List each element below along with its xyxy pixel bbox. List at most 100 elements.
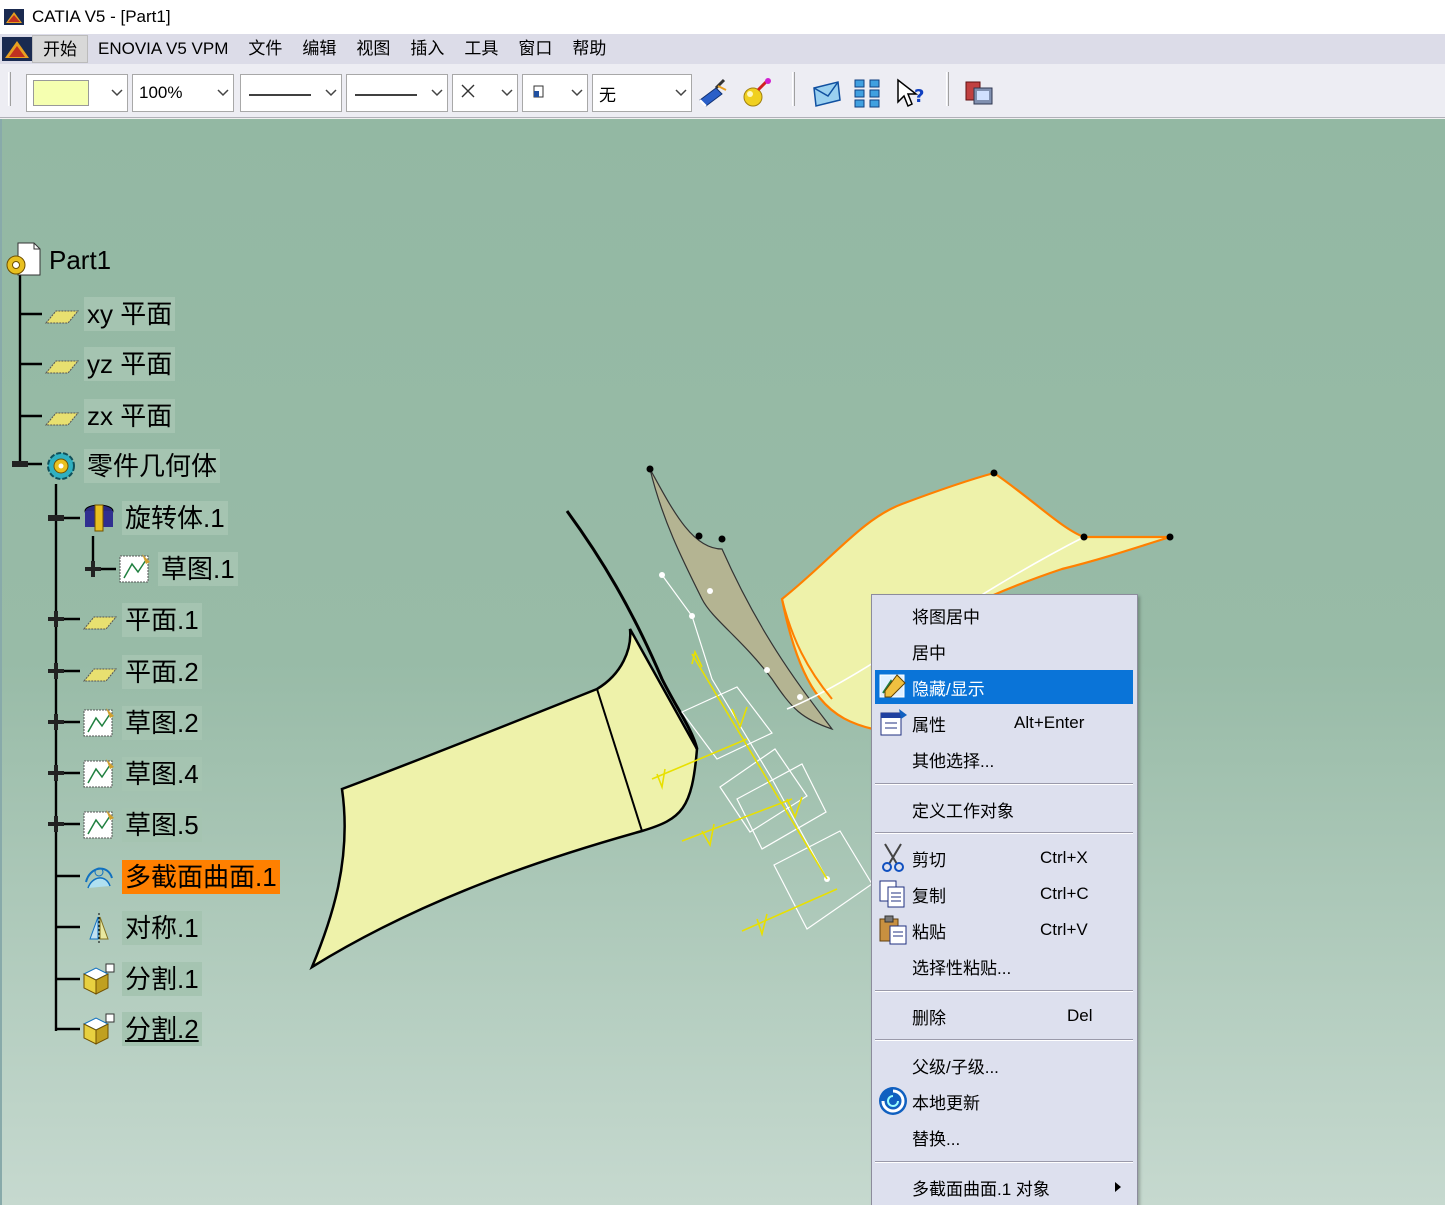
expand-toggle-sketch5[interactable] (47, 815, 65, 833)
copy-icon (879, 880, 905, 908)
paste-icon (879, 915, 907, 945)
menu-item-delete[interactable]: 删除 Del (875, 999, 1133, 1033)
tree-node-zx-plane[interactable]: zx 平面 (42, 395, 176, 437)
expand-toggle-plane2[interactable] (47, 662, 65, 680)
tree-node-part1[interactable]: Part1 (4, 239, 114, 281)
tree-node-revolve[interactable]: 旋转体.1 (80, 497, 228, 539)
plane-icon (44, 360, 80, 374)
menu-item-reframe[interactable]: 将图居中 (875, 598, 1133, 632)
tree-node-sketch4[interactable]: 草图.4 (80, 753, 202, 795)
menu-item-parents-children[interactable]: 父级/子级... (875, 1048, 1133, 1082)
tree-node-split1[interactable]: 分割.1 (80, 958, 202, 1000)
chevron-down-icon (110, 89, 123, 97)
tree-node-multisection-surface[interactable]: 多截面曲面.1 (80, 856, 280, 898)
layer-combo[interactable]: 无 (592, 74, 692, 112)
catia-logo-icon[interactable] (2, 37, 32, 61)
tree-node-yz-plane[interactable]: yz 平面 (42, 343, 176, 385)
menu-separator (875, 1161, 1133, 1163)
tree-node-symmetry[interactable]: 对称.1 (80, 907, 202, 949)
expand-toggle-sketch2[interactable] (47, 713, 65, 731)
tree-node-sketch5[interactable]: 草图.5 (80, 804, 202, 846)
tree-label: 对称.1 (122, 911, 202, 945)
cross-point-icon (461, 84, 475, 97)
menu-separator (875, 783, 1133, 785)
tree-node-split2[interactable]: 分割.2 (80, 1008, 202, 1050)
toolbar-grip[interactable] (946, 72, 949, 106)
render-style-combo[interactable] (522, 74, 588, 112)
menu-file[interactable]: 文件 (238, 35, 292, 63)
expand-toggle-sketch4[interactable] (47, 764, 65, 782)
tree-label: zx 平面 (84, 399, 176, 433)
whats-this-help-icon[interactable]: ? (894, 76, 928, 110)
tree-node-sketch2[interactable]: 草图.2 (80, 702, 202, 744)
line-thickness-combo[interactable] (240, 74, 342, 112)
plane-icon (44, 310, 80, 324)
tree-label: 平面.2 (122, 655, 202, 689)
graphic-properties-toolbar: 100% 无 ? (0, 64, 1445, 118)
menu-insert[interactable]: 插入 (400, 35, 454, 63)
menu-edit[interactable]: 编辑 (292, 35, 346, 63)
menu-item-replace[interactable]: 替换... (875, 1120, 1133, 1154)
collapse-toggle-revolve[interactable] (47, 509, 65, 527)
revolve-icon (84, 504, 114, 532)
scissors-icon (882, 843, 904, 872)
context-menu: 将图居中 居中 隐藏/显示 属性 Alt+Enter 其他选择... 定义工作对… (871, 594, 1138, 1205)
transparency-combo[interactable]: 100% (132, 74, 234, 112)
tree-label: xy 平面 (84, 297, 176, 331)
tree-label: yz 平面 (84, 347, 176, 381)
linetype-icon (355, 94, 417, 96)
sketch-icon (83, 708, 114, 737)
menu-help[interactable]: 帮助 (562, 35, 616, 63)
menu-item-other-selections[interactable]: 其他选择... (875, 742, 1133, 776)
linetype-combo[interactable] (346, 74, 448, 112)
tree-node-sketch1[interactable]: 草图.1 (116, 548, 238, 590)
local-update-icon (879, 1087, 907, 1115)
menu-item-center[interactable]: 居中 (875, 634, 1133, 668)
menu-item-paste-special[interactable]: 选择性粘贴... (875, 949, 1133, 983)
menu-enovia[interactable]: ENOVIA V5 VPM (88, 35, 238, 63)
expand-toggle-sketch1[interactable] (84, 560, 102, 578)
menu-start[interactable]: 开始 (32, 35, 88, 63)
chevron-down-icon (674, 89, 687, 97)
point-symbol-combo[interactable] (452, 74, 518, 112)
tree-label: Part1 (49, 245, 112, 275)
chevron-down-icon (324, 89, 337, 97)
menu-view[interactable]: 视图 (346, 35, 400, 63)
title-bar: CATIA V5 - [Part1] (0, 0, 1445, 34)
menu-item-paste[interactable]: 粘贴 Ctrl+V (875, 913, 1133, 947)
collapse-toggle-part-body[interactable] (11, 455, 29, 473)
color-swatch (33, 80, 89, 106)
tree-node-plane1[interactable]: 平面.1 (80, 599, 202, 641)
menu-item-define-work-object[interactable]: 定义工作对象 (875, 792, 1133, 826)
tree-node-plane2[interactable]: 平面.2 (80, 651, 202, 693)
menu-item-copy[interactable]: 复制 Ctrl+C (875, 877, 1133, 911)
symmetry-surface[interactable] (309, 628, 699, 971)
body-gear-icon (47, 452, 75, 480)
toolbar-grip[interactable] (8, 72, 11, 106)
expand-toggle-plane1[interactable] (47, 610, 65, 628)
format-painter-icon[interactable] (696, 76, 730, 110)
menu-item-properties[interactable]: 属性 Alt+Enter (875, 706, 1133, 740)
hide-show-icon (879, 674, 906, 698)
color-combo[interactable] (26, 74, 128, 112)
tree-label: 草图.5 (122, 808, 202, 842)
menu-tools[interactable]: 工具 (454, 35, 508, 63)
menu-item-object-submenu[interactable]: 多截面曲面.1 对象 (875, 1170, 1133, 1204)
symmetry-icon (89, 913, 109, 943)
tree-node-xy-plane[interactable]: xy 平面 (42, 293, 176, 335)
tree-label: 分割.1 (122, 962, 202, 996)
3d-viewport[interactable]: Part1 xy 平面 yz 平面 zx 平面 零件几何体 旋转体.1 草图.1 (0, 119, 1445, 1205)
menu-window[interactable]: 窗口 (508, 35, 562, 63)
plane-icon (82, 616, 118, 630)
apply-material-icon[interactable] (740, 76, 774, 110)
specification-tree-icon[interactable] (852, 76, 886, 110)
swap-visible-space-icon[interactable] (810, 76, 844, 110)
tree-node-part-body[interactable]: 零件几何体 (42, 445, 221, 487)
menu-item-local-update[interactable]: 本地更新 (875, 1084, 1133, 1118)
menu-item-cut[interactable]: 剪切 Ctrl+X (875, 841, 1133, 875)
catalog-browser-icon[interactable] (962, 76, 996, 110)
menu-item-hide-show[interactable]: 隐藏/显示 (875, 670, 1133, 704)
plane-icon (44, 412, 80, 426)
toolbar-grip[interactable] (792, 72, 795, 106)
render-style-icon (533, 85, 544, 97)
